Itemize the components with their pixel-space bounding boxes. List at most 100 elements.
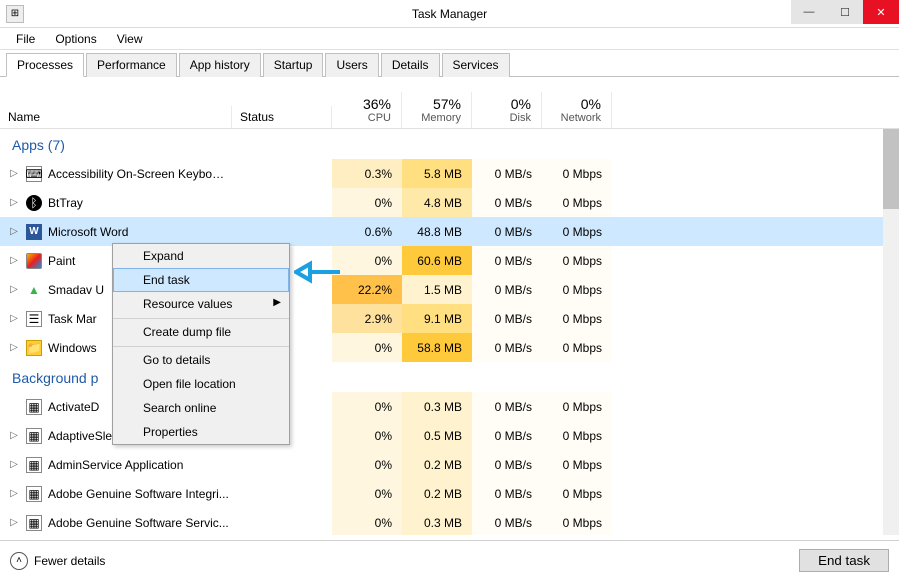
expand-icon[interactable]: ▷ [8, 284, 20, 295]
disk-cell: 0 MB/s [472, 217, 542, 246]
process-name: Microsoft Word [48, 225, 228, 239]
tab-services[interactable]: Services [442, 53, 510, 77]
process-name: Adobe Genuine Software Servic... [48, 516, 328, 530]
maximize-button[interactable]: ☐ [827, 0, 863, 24]
disk-cell: 0 MB/s [472, 159, 542, 188]
titlebar: ⊞ Task Manager — ☐ ✕ [0, 0, 899, 28]
expand-icon[interactable]: ▷ [8, 488, 20, 499]
expand-icon[interactable]: ▷ [8, 342, 20, 353]
memory-cell: 48.8 MB [402, 217, 472, 246]
memory-cell: 9.1 MB [402, 304, 472, 333]
expand-icon[interactable]: ▷ [8, 226, 20, 237]
fewer-details-button[interactable]: ˄ Fewer details [10, 552, 105, 570]
disk-cell: 0 MB/s [472, 304, 542, 333]
cpu-cell: 0.3% [332, 159, 402, 188]
network-cell: 0 Mbps [542, 188, 612, 217]
tab-processes[interactable]: Processes [6, 53, 84, 77]
column-memory[interactable]: 57% Memory [402, 92, 472, 128]
network-cell: 0 Mbps [542, 479, 612, 508]
cpu-cell: 0% [332, 450, 402, 479]
tab-details[interactable]: Details [381, 53, 440, 77]
column-name[interactable]: Name [0, 106, 232, 128]
fewer-details-label: Fewer details [34, 554, 105, 568]
ctx-resource-values[interactable]: Resource values ▶ [113, 292, 289, 316]
disk-cell: 0 MB/s [472, 246, 542, 275]
cpu-cell: 0.6% [332, 217, 402, 246]
expand-icon[interactable]: ▷ [8, 313, 20, 324]
disk-cell: 0 MB/s [472, 392, 542, 421]
scrollbar-track[interactable] [883, 129, 899, 535]
generic-app-icon: ▦ [26, 428, 42, 444]
network-cell: 0 Mbps [542, 217, 612, 246]
process-row[interactable]: ▷ ᛒ BtTray 0% 4.8 MB 0 MB/s 0 Mbps [0, 188, 899, 217]
process-row[interactable]: ▷ ⌨ Accessibility On-Screen Keyboard 0.3… [0, 159, 899, 188]
ctx-properties[interactable]: Properties [113, 420, 289, 444]
ctx-expand[interactable]: Expand [113, 244, 289, 268]
column-cpu[interactable]: 36% CPU [332, 92, 402, 128]
network-cell: 0 Mbps [542, 246, 612, 275]
cpu-cell: 22.2% [332, 275, 402, 304]
disk-cell: 0 MB/s [472, 188, 542, 217]
disk-cell: 0 MB/s [472, 333, 542, 362]
tab-app-history[interactable]: App history [179, 53, 261, 77]
process-row-selected[interactable]: ▷ W Microsoft Word 0.6% 48.8 MB 0 MB/s 0… [0, 217, 899, 246]
cpu-cell: 0% [332, 246, 402, 275]
network-cell: 0 Mbps [542, 159, 612, 188]
expand-icon[interactable]: ▷ [8, 430, 20, 441]
column-disk[interactable]: 0% Disk [472, 92, 542, 128]
process-row[interactable]: ▷ ▦ AdminService Application 0% 0.2 MB 0… [0, 450, 899, 479]
submenu-arrow-icon: ▶ [273, 297, 281, 308]
memory-cell: 0.2 MB [402, 479, 472, 508]
bluetooth-icon: ᛒ [26, 195, 42, 211]
cpu-cell: 2.9% [332, 304, 402, 333]
column-headers: Name Status 36% CPU 57% Memory 0% Disk 0… [0, 77, 899, 129]
menu-file[interactable]: File [6, 30, 45, 48]
generic-app-icon: ▦ [26, 515, 42, 531]
ctx-end-task[interactable]: End task [113, 268, 289, 292]
tab-startup[interactable]: Startup [263, 53, 324, 77]
expand-icon[interactable]: ▷ [8, 255, 20, 266]
disk-cell: 0 MB/s [472, 479, 542, 508]
ctx-go-to-details[interactable]: Go to details [113, 346, 289, 372]
context-menu: Expand End task Resource values ▶ Create… [112, 243, 290, 445]
expand-icon[interactable]: ▷ [8, 197, 20, 208]
memory-cell: 0.2 MB [402, 450, 472, 479]
explorer-icon: 📁 [26, 340, 42, 356]
menu-options[interactable]: Options [45, 30, 106, 48]
word-icon: W [26, 224, 42, 240]
expand-icon[interactable]: ▷ [8, 168, 20, 179]
network-cell: 0 Mbps [542, 450, 612, 479]
process-row[interactable]: ▷ ▦ Adobe Genuine Software Servic... 0% … [0, 508, 899, 535]
column-status[interactable]: Status [232, 106, 332, 128]
disk-cell: 0 MB/s [472, 421, 542, 450]
smadav-icon: ▲ [26, 282, 42, 298]
app-icon: ⊞ [6, 5, 24, 23]
column-network[interactable]: 0% Network [542, 92, 612, 128]
expand-icon[interactable]: ▷ [8, 517, 20, 528]
network-cell: 0 Mbps [542, 392, 612, 421]
ctx-open-file-location[interactable]: Open file location [113, 372, 289, 396]
generic-app-icon: ▦ [26, 457, 42, 473]
menu-view[interactable]: View [107, 30, 153, 48]
process-row[interactable]: ▷ ▦ Adobe Genuine Software Integri... 0%… [0, 479, 899, 508]
memory-cell: 58.8 MB [402, 333, 472, 362]
cpu-cell: 0% [332, 333, 402, 362]
ctx-search-online[interactable]: Search online [113, 396, 289, 420]
memory-cell: 60.6 MB [402, 246, 472, 275]
menubar: File Options View [0, 28, 899, 50]
memory-cell: 4.8 MB [402, 188, 472, 217]
tab-users[interactable]: Users [325, 53, 378, 77]
expand-icon[interactable]: ▷ [8, 459, 20, 470]
keyboard-icon: ⌨ [26, 166, 42, 182]
ctx-create-dump[interactable]: Create dump file [113, 318, 289, 344]
disk-cell: 0 MB/s [472, 275, 542, 304]
end-task-button[interactable]: End task [799, 549, 889, 572]
minimize-button[interactable]: — [791, 0, 827, 24]
close-button[interactable]: ✕ [863, 0, 899, 24]
scrollbar-thumb[interactable] [883, 129, 899, 209]
network-cell: 0 Mbps [542, 275, 612, 304]
tab-performance[interactable]: Performance [86, 53, 177, 77]
network-cell: 0 Mbps [542, 304, 612, 333]
disk-cell: 0 MB/s [472, 508, 542, 535]
generic-app-icon: ▦ [26, 399, 42, 415]
